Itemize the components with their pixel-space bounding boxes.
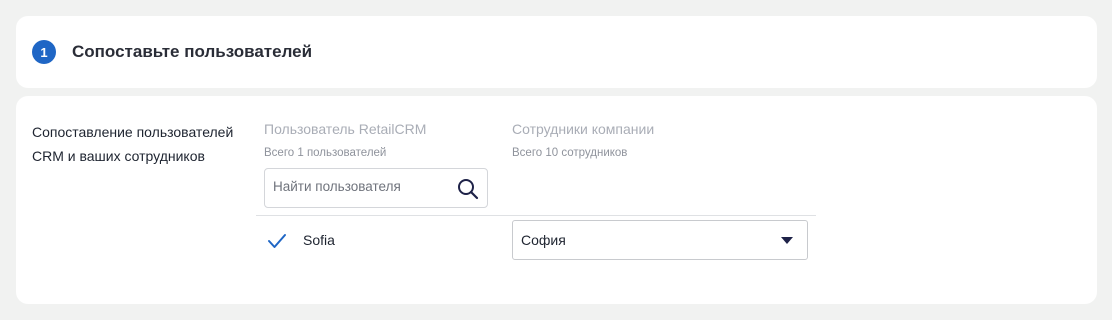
employee-select[interactable]: София [512,220,808,260]
step-title: Сопоставьте пользователей [72,42,313,61]
check-icon [268,234,286,248]
table-divider [256,215,816,216]
chevron-down-icon[interactable] [781,237,793,244]
employee-column-title: Сотрудники компании [512,121,655,137]
step-header-card: 1 Сопоставьте пользователей [16,16,1097,88]
mapping-description-line1: Сопоставление пользователей [32,124,234,140]
user-mapping-card: Сопоставление пользователей CRM и ваших … [16,96,1097,304]
crm-user-name: Sofia [303,232,335,248]
employee-count: Всего 10 сотрудников [512,147,628,159]
search-icon[interactable] [457,178,479,200]
mapping-description: Сопоставление пользователей CRM и ваших … [32,120,252,168]
crm-user-column-title: Пользователь RetailCRM [264,121,427,137]
employee-select-value[interactable]: София [521,232,566,248]
crm-user-count: Всего 1 пользователей [264,147,387,159]
search-placeholder[interactable]: Найти пользователя [273,179,401,194]
mapping-description-line2: CRM и ваших сотрудников [32,148,205,164]
step-number-badge: 1 [32,40,56,64]
user-search-input[interactable]: Найти пользователя [264,168,488,208]
